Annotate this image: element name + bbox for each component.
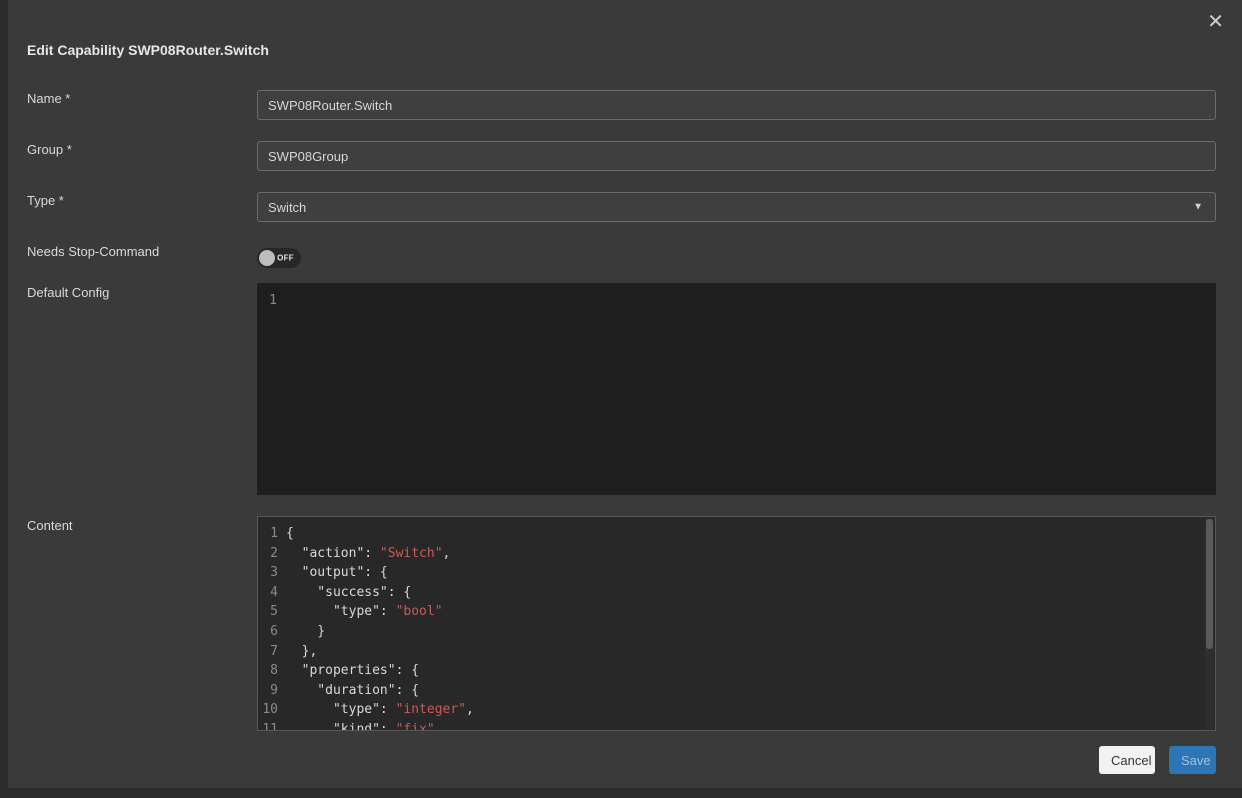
code-line: 2 "action": "Switch", — [258, 544, 1215, 564]
type-select-value: Switch — [268, 200, 306, 215]
toggle-knob — [259, 250, 275, 266]
code-line: 1{ — [258, 524, 1215, 544]
content-editor-scrollbar[interactable] — [1205, 518, 1214, 729]
save-button[interactable]: Save — [1169, 746, 1216, 774]
group-label: Group * — [27, 142, 72, 157]
type-select[interactable]: Switch ▼ — [257, 192, 1216, 222]
code-line: 3 "output": { — [258, 563, 1215, 583]
default-config-label: Default Config — [27, 285, 109, 300]
needs-stop-command-toggle[interactable]: OFF — [257, 248, 301, 268]
code-line: 10 "type": "integer", — [258, 700, 1215, 720]
code-line: 4 "success": { — [258, 583, 1215, 603]
name-input[interactable] — [257, 90, 1216, 120]
dialog-title: Edit Capability SWP08Router.Switch — [27, 42, 269, 58]
code-line: 6 } — [258, 622, 1215, 642]
content-label: Content — [27, 518, 73, 533]
code-line: 8 "properties": { — [258, 661, 1215, 681]
chevron-down-icon: ▼ — [1193, 202, 1203, 213]
toggle-state-label: OFF — [277, 254, 294, 263]
code-line: 5 "type": "bool" — [258, 602, 1215, 622]
code-line: 1 — [257, 291, 1216, 311]
type-label: Type * — [27, 193, 64, 208]
needs-stop-command-label: Needs Stop-Command — [27, 244, 159, 259]
group-input[interactable] — [257, 141, 1216, 171]
code-line: 9 "duration": { — [258, 681, 1215, 701]
close-icon[interactable]: ✕ — [1207, 12, 1224, 32]
content-editor[interactable]: 1{2 "action": "Switch",3 "output": {4 "s… — [257, 516, 1216, 731]
code-line: 7 }, — [258, 642, 1215, 662]
name-label: Name * — [27, 91, 70, 106]
cancel-button[interactable]: Cancel — [1099, 746, 1155, 774]
default-config-editor[interactable]: 1 — [257, 283, 1216, 495]
code-line: 11 "kind": "fix" — [258, 720, 1215, 731]
edit-capability-dialog: ✕ Edit Capability SWP08Router.Switch Nam… — [8, 0, 1242, 788]
content-editor-scrollbar-thumb[interactable] — [1206, 519, 1213, 649]
